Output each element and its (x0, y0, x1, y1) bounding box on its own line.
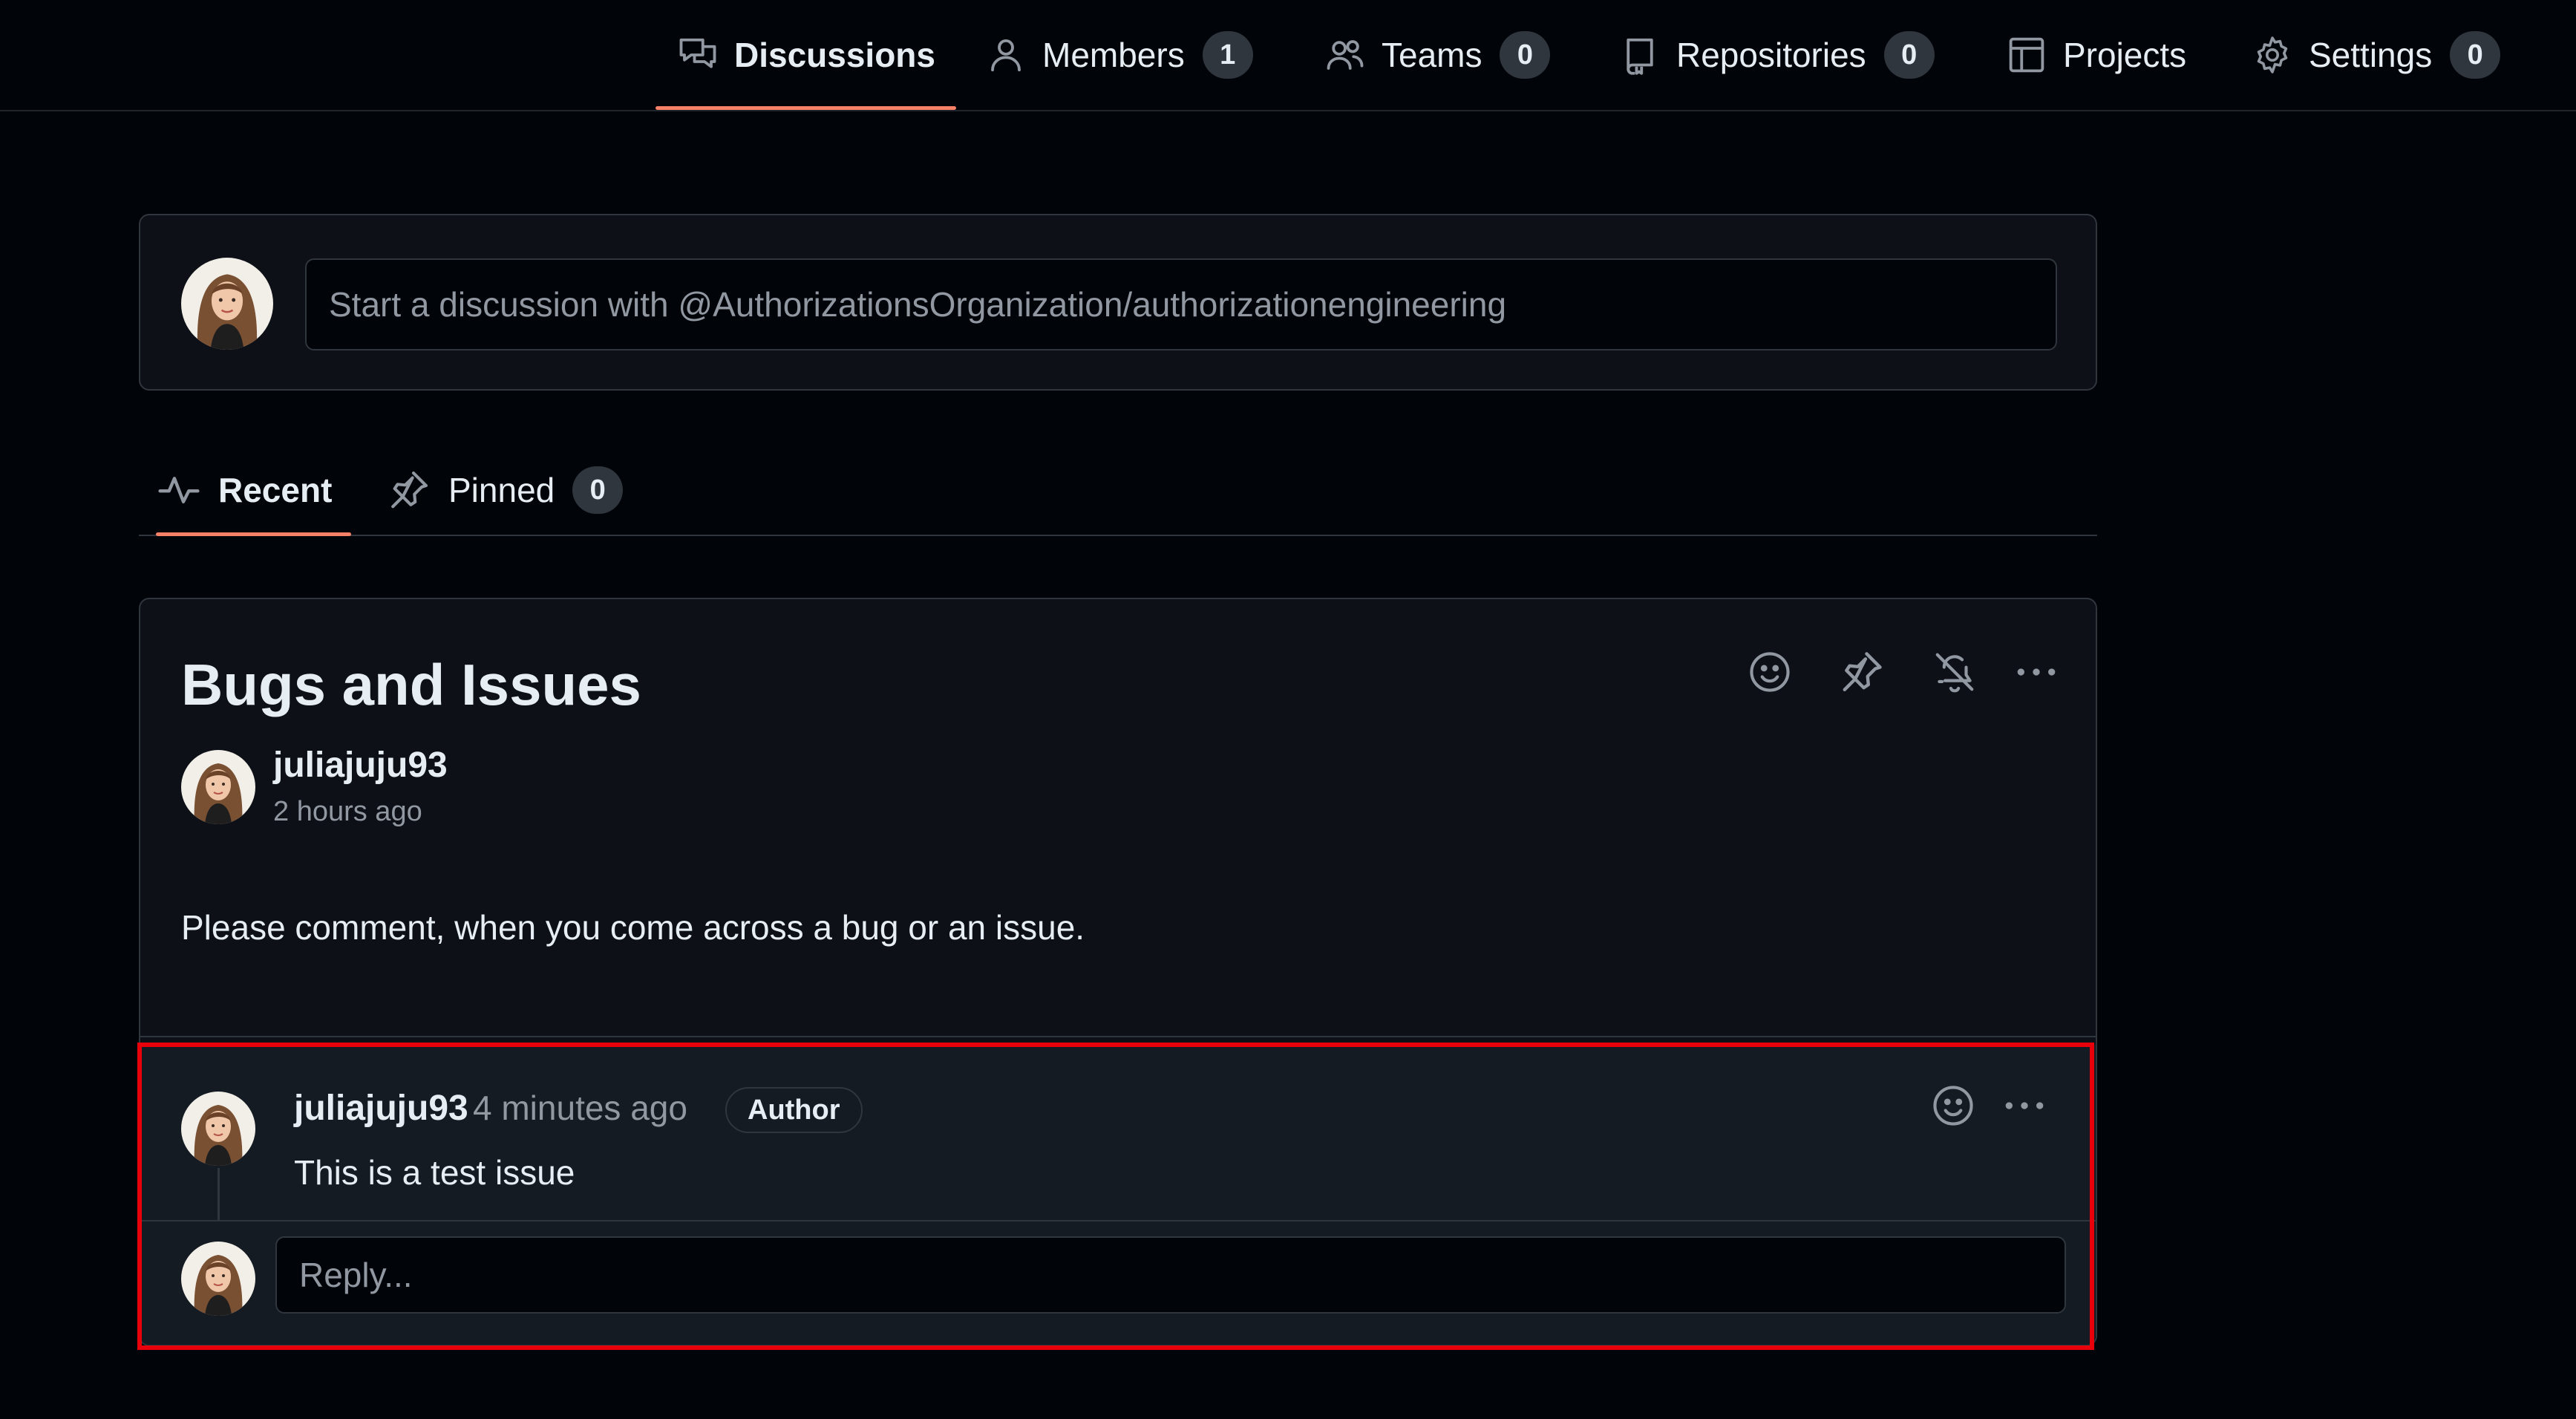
thread-line (218, 1168, 220, 1220)
divider (140, 1220, 2096, 1221)
tab-label: Members (1042, 36, 1185, 74)
comment-more-options-button[interactable] (1998, 1079, 2051, 1132)
discussion-title: Bugs and Issues (181, 652, 641, 717)
count-badge: 1 (1202, 31, 1253, 79)
more-options-button[interactable] (2010, 645, 2063, 699)
start-discussion-input[interactable]: Start a discussion with @AuthorizationsO… (305, 258, 2057, 350)
comment: juliajuju93 4 minutes ago Author This is… (140, 1045, 2096, 1345)
kebab-horizontal-icon (2001, 1083, 2047, 1129)
tab-label: Recent (218, 471, 333, 509)
count-badge: 0 (2450, 31, 2501, 79)
discussions-icon (678, 35, 718, 75)
comment-author-link[interactable]: juliajuju93 (294, 1088, 468, 1129)
comment-body: This is a test issue (294, 1153, 575, 1192)
tab-label: Repositories (1676, 36, 1866, 74)
tab-label: Settings (2309, 36, 2433, 74)
add-reaction-button[interactable] (1743, 645, 1797, 699)
count-badge: 0 (1500, 31, 1551, 79)
avatar (181, 258, 273, 350)
discussion-body: Please comment, when you come across a b… (181, 908, 1085, 947)
count-badge: 0 (1883, 31, 1935, 79)
smiley-icon (1747, 649, 1793, 695)
people-icon (1325, 35, 1365, 75)
avatar[interactable] (181, 750, 255, 824)
author-badge: Author (725, 1087, 863, 1133)
tab-label: Discussions (734, 36, 935, 74)
tab-pinned[interactable]: Pinned 0 (388, 446, 624, 535)
author-link[interactable]: juliajuju93 (273, 745, 448, 786)
kebab-horizontal-icon (2013, 649, 2059, 695)
repo-icon (1620, 35, 1660, 75)
timestamp: 2 hours ago (273, 796, 422, 827)
pin-discussion-button[interactable] (1835, 645, 1889, 699)
comment-timestamp[interactable]: 4 minutes ago (473, 1088, 687, 1128)
person-icon (986, 35, 1026, 75)
tab-recent[interactable]: Recent (155, 446, 352, 536)
tab-settings[interactable]: Settings 0 (2252, 0, 2501, 110)
avatar[interactable] (181, 1092, 255, 1166)
discussion-composer: Start a discussion with @AuthorizationsO… (139, 214, 2097, 391)
table-icon (2007, 35, 2047, 75)
bell-slash-icon (1932, 649, 1978, 695)
gear-icon (2252, 35, 2292, 75)
avatar (181, 1242, 255, 1316)
discussion-card: Bugs and Issues juliajuju93 2 hours ago (139, 598, 2097, 1346)
reply-input[interactable]: Reply... (275, 1236, 2066, 1314)
tab-label: Projects (2063, 36, 2187, 74)
tab-discussions[interactable]: Discussions (656, 0, 956, 110)
tab-label: Pinned (448, 471, 555, 509)
unsubscribe-button[interactable] (1928, 645, 1981, 699)
pulse-icon (157, 469, 200, 512)
discussion-filter-tabs: Recent Pinned 0 (139, 446, 2097, 536)
org-team-nav: Discussions Members 1 Teams 0 Repositori… (0, 0, 2576, 111)
tab-teams[interactable]: Teams 0 (1325, 0, 1551, 110)
pin-icon (1839, 649, 1885, 695)
pin-icon (388, 469, 431, 512)
smiley-icon (1930, 1083, 1976, 1129)
comment-add-reaction-button[interactable] (1926, 1079, 1980, 1132)
tab-label: Teams (1382, 36, 1482, 74)
count-badge: 0 (572, 466, 624, 514)
tab-members[interactable]: Members 1 (986, 0, 1253, 110)
tab-repositories[interactable]: Repositories 0 (1620, 0, 1935, 110)
tab-projects[interactable]: Projects (2007, 0, 2186, 110)
divider (140, 1036, 2096, 1037)
